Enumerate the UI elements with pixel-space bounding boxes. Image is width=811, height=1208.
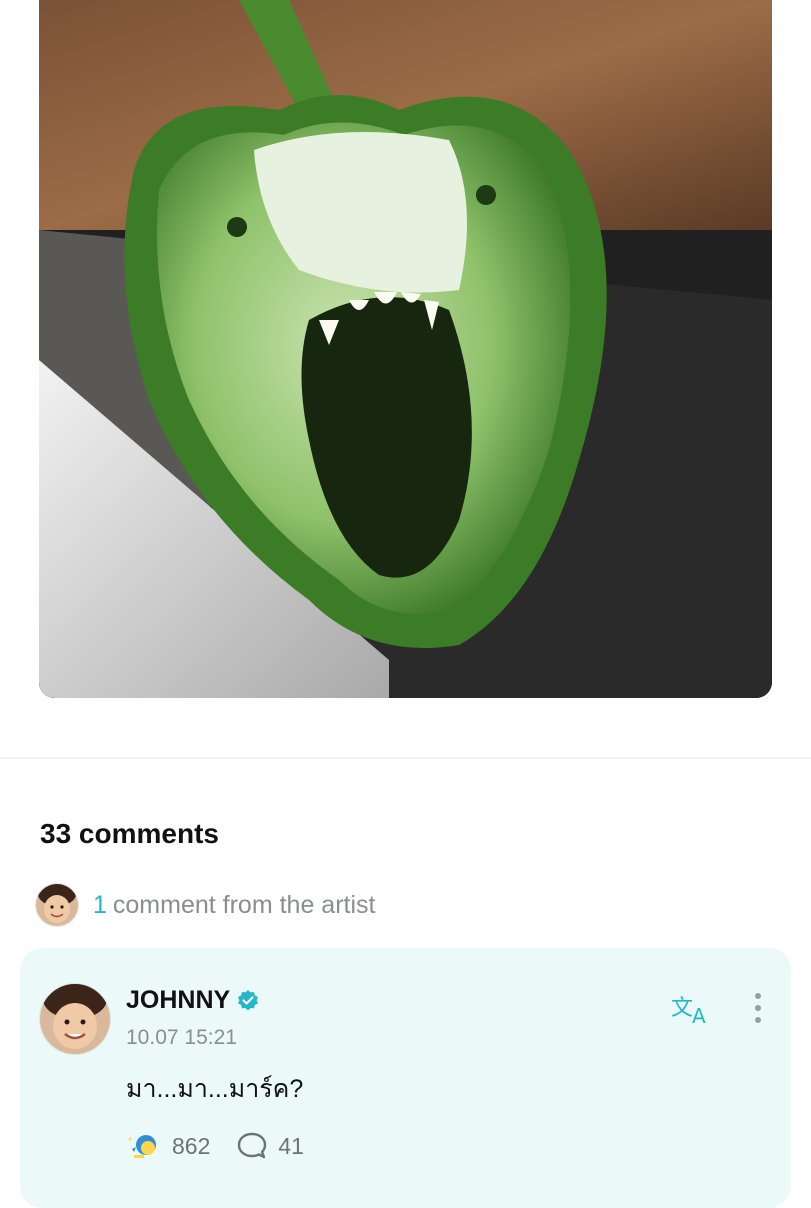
svg-text:A: A — [692, 1004, 706, 1027]
like-button[interactable]: 862 — [126, 1131, 210, 1161]
comment-author-name: JOHNNY — [126, 986, 231, 1014]
more-options-icon[interactable] — [748, 988, 768, 1028]
reply-count: 41 — [278, 1132, 304, 1159]
artist-comment-count: 1 — [93, 890, 107, 919]
comment-author[interactable]: JOHNNY — [126, 986, 260, 1015]
translate-icon[interactable]: 文 A — [670, 991, 716, 1027]
comment-timestamp: 10.07 15:21 — [126, 1026, 237, 1049]
artist-comments-filter[interactable]: 1 comment from the artist — [35, 882, 375, 928]
comment-text: มา...มา...มาร์ค? — [126, 1075, 304, 1103]
artist-comment-text: comment from the artist — [112, 890, 376, 919]
svg-text:文: 文 — [671, 996, 693, 1021]
comments-count: 33 comments — [40, 818, 219, 849]
post-image[interactable] — [39, 0, 772, 698]
verified-badge-icon — [238, 989, 259, 1010]
section-divider — [0, 757, 811, 759]
reply-button[interactable]: 41 — [236, 1131, 304, 1161]
artist-comments-label: 1 comment from the artist — [93, 891, 375, 920]
artist-avatar — [35, 883, 79, 927]
cheer-icon — [128, 1135, 156, 1158]
like-count: 862 — [172, 1132, 211, 1159]
reply-bubble-icon — [238, 1132, 267, 1159]
comment-stats: 862 41 — [126, 1131, 304, 1161]
comment-author-avatar[interactable] — [39, 983, 111, 1055]
artist-comment-card: JOHNNY 10.07 15:21 มา...มา...มาร์ค? 文 A … — [20, 948, 791, 1208]
